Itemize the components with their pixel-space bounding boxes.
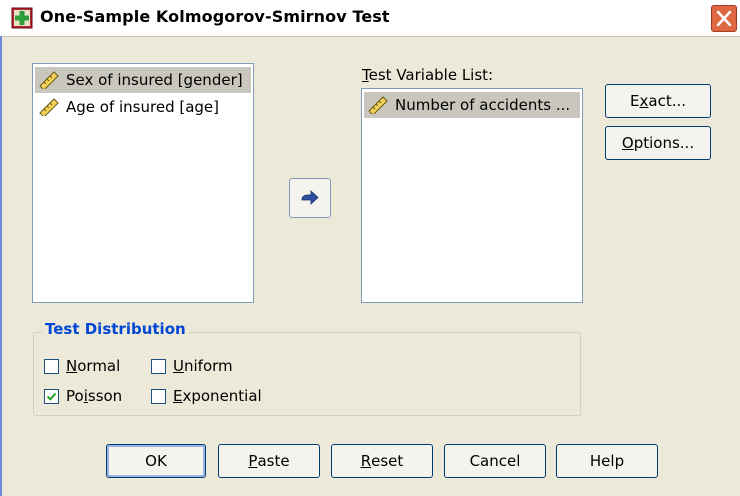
- options-button[interactable]: Options...: [605, 126, 711, 160]
- close-button[interactable]: [711, 5, 737, 32]
- normal-checkbox[interactable]: [44, 359, 59, 374]
- label-text: Help: [589, 452, 625, 470]
- label-text: ormal: [77, 357, 121, 375]
- uniform-label[interactable]: Uniform: [173, 357, 233, 375]
- list-item[interactable]: Age of insured [age]: [35, 94, 251, 120]
- label-text: E: [630, 92, 640, 110]
- normal-label[interactable]: Normal: [66, 357, 120, 375]
- poisson-label[interactable]: Poisson: [66, 387, 122, 405]
- uniform-checkbox[interactable]: [151, 359, 166, 374]
- window-title: One-Sample Kolmogorov-Smirnov Test: [40, 7, 390, 26]
- label-text: xponential: [182, 387, 262, 405]
- scale-ruler-icon: [368, 96, 388, 114]
- label-text: niform: [183, 357, 233, 375]
- mnemonic: O: [621, 134, 634, 152]
- label-text: Cancel: [469, 452, 521, 470]
- mnemonic: P: [248, 452, 258, 470]
- paste-button[interactable]: Paste: [218, 444, 320, 478]
- label-text: act...: [648, 92, 686, 110]
- label-text: aste: [257, 452, 290, 470]
- test-variable-list-label: Test Variable List:: [362, 66, 493, 84]
- label-text: eset: [371, 452, 404, 470]
- list-item[interactable]: Sex of insured [gender]: [35, 67, 251, 93]
- help-button[interactable]: Help: [556, 444, 658, 478]
- list-item-label: Age of insured [age]: [66, 98, 220, 116]
- mnemonic: R: [360, 452, 372, 470]
- reset-button[interactable]: Reset: [331, 444, 433, 478]
- label-text: est Variable List:: [368, 66, 494, 84]
- scale-ruler-icon: [39, 71, 59, 89]
- source-variable-list[interactable]: Sex of insured [gender] Age of insured […: [32, 63, 254, 303]
- spss-dialog-icon: [11, 7, 33, 29]
- checkmark-icon: [46, 392, 57, 401]
- poisson-checkbox[interactable]: [44, 389, 59, 404]
- exact-button[interactable]: Ex act...: [605, 84, 711, 118]
- mnemonic: N: [66, 357, 78, 375]
- mnemonic: T: [362, 66, 369, 84]
- list-item-label: Number of accidents ...: [395, 96, 571, 114]
- cancel-button[interactable]: Cancel: [444, 444, 546, 478]
- label-text: ptions...: [633, 134, 695, 152]
- label-text: OK: [145, 452, 167, 470]
- test-distribution-legend: Test Distribution: [42, 320, 189, 338]
- test-variable-list[interactable]: Number of accidents ...: [361, 88, 583, 303]
- label-text: Po: [66, 387, 84, 405]
- mnemonic: x: [639, 92, 649, 110]
- list-item[interactable]: Number of accidents ...: [364, 92, 580, 118]
- dialog-window: One-Sample Kolmogorov-Smirnov Test Sex o…: [0, 0, 740, 496]
- ok-button[interactable]: OK: [106, 444, 206, 478]
- exponential-checkbox[interactable]: [151, 389, 166, 404]
- mnemonic: U: [173, 357, 184, 375]
- list-item-label: Sex of insured [gender]: [66, 71, 243, 89]
- label-text: sson: [87, 387, 123, 405]
- window-frame: [0, 36, 2, 496]
- move-variable-button[interactable]: [289, 178, 331, 218]
- exponential-label[interactable]: Exponential: [173, 387, 262, 405]
- title-bar[interactable]: One-Sample Kolmogorov-Smirnov Test: [0, 0, 740, 37]
- scale-ruler-icon: [39, 98, 59, 116]
